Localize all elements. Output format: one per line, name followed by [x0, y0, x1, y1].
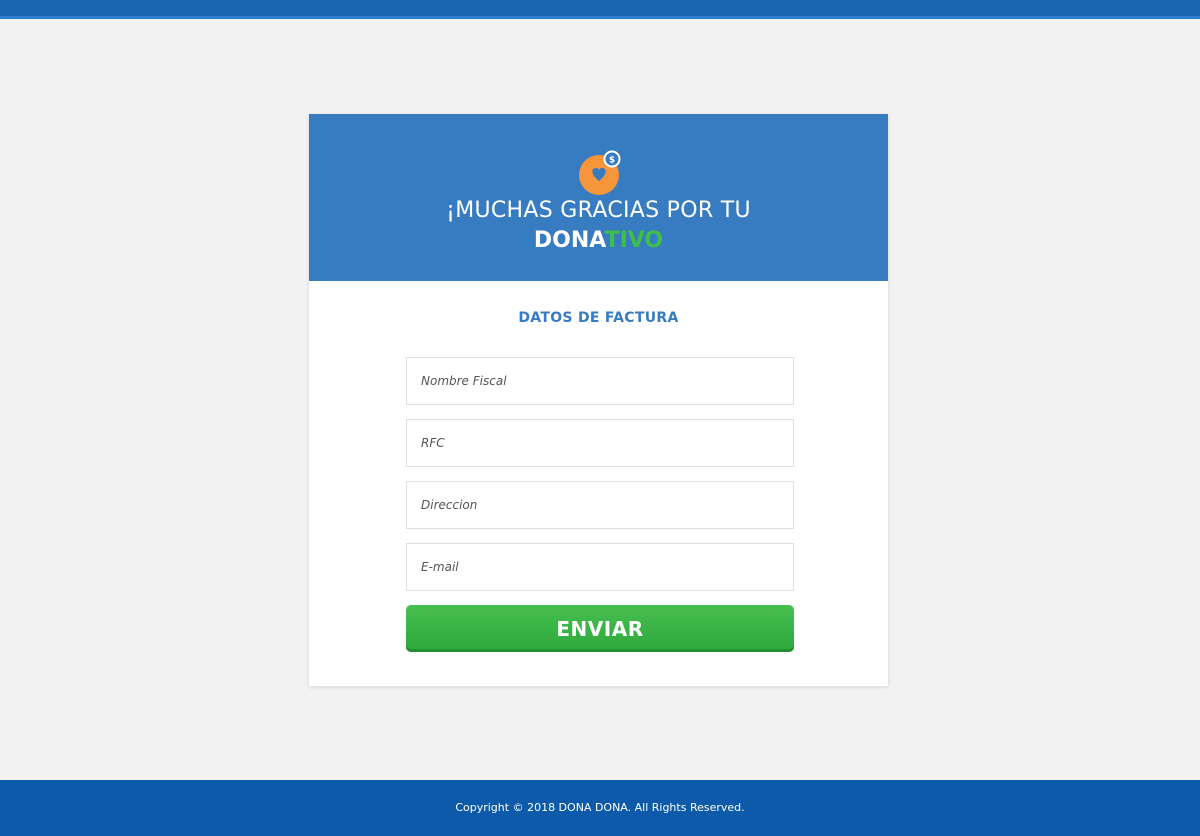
rfc-input[interactable] [406, 419, 794, 467]
copyright-text: Copyright © 2018 DONA DONA. All Rights R… [455, 801, 745, 814]
email-input[interactable] [406, 543, 794, 591]
nombre-fiscal-input[interactable] [406, 357, 794, 405]
brand-part-dona: DONA [533, 228, 605, 253]
enviar-button[interactable]: ENVIAR [406, 605, 794, 652]
direccion-input[interactable] [406, 481, 794, 529]
donation-card: $ ¡MUCHAS GRACIAS POR TU DONATIVO DATOS … [309, 114, 888, 686]
brand-name: DONATIVO [309, 228, 888, 253]
form-title: DATOS DE FACTURA [518, 310, 679, 326]
thank-you-headline: ¡MUCHAS GRACIAS POR TU [446, 198, 751, 223]
brand-part-tivo: TIVO [604, 228, 664, 253]
top-bar [0, 0, 1200, 19]
card-header: $ ¡MUCHAS GRACIAS POR TU DONATIVO [309, 114, 888, 281]
footer: Copyright © 2018 DONA DONA. All Rights R… [0, 780, 1200, 836]
coin-symbol: $ [609, 156, 615, 166]
heart-coin-icon: $ [579, 150, 621, 195]
